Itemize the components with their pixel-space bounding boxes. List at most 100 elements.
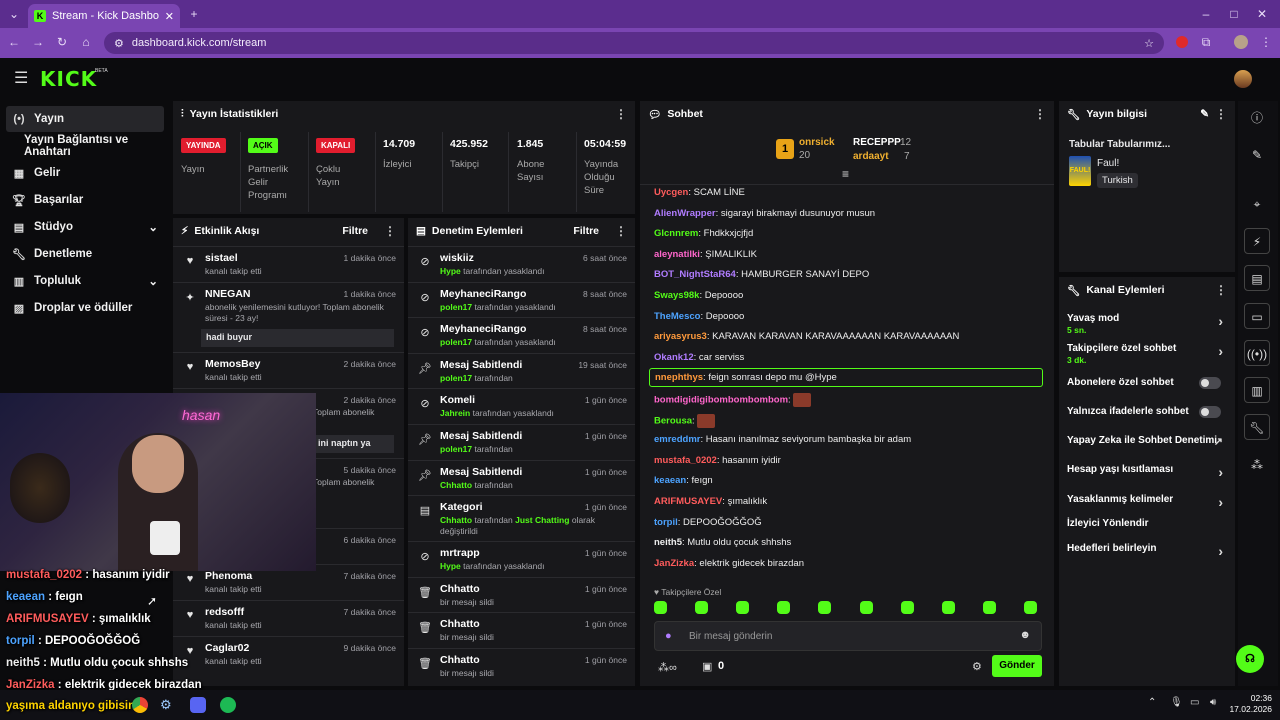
sidebar-item-yayin[interactable]: (•) Yayın	[6, 106, 164, 132]
chat-username[interactable]: ariyasyrus3	[654, 331, 707, 342]
chat-message[interactable]: nnephthys: feign sonrası depo mu @Hype	[649, 368, 1043, 388]
chat-message[interactable]: Berousa:	[654, 413, 718, 428]
chat-username[interactable]: emreddmr	[654, 434, 700, 445]
extension-icon[interactable]	[1176, 36, 1188, 48]
activity-item[interactable]: ✦ NNEGAN abonelik yenilemesini kutluyor!…	[173, 282, 404, 352]
chat-username[interactable]: TheMesco	[654, 311, 700, 322]
spotify-taskbar-icon[interactable]	[220, 697, 236, 713]
chrome-taskbar-icon[interactable]	[132, 697, 148, 713]
category-name[interactable]: Faul!	[1097, 158, 1119, 169]
discord-taskbar-icon[interactable]	[190, 697, 206, 713]
channel-action-item[interactable]: Yavaş mod 5 sn. ›	[1067, 313, 1227, 335]
more-options-icon[interactable]: ⋮	[615, 107, 627, 121]
maximize-icon[interactable]: □	[1224, 4, 1244, 24]
emote-icon[interactable]	[1023, 601, 1037, 614]
chat-username[interactable]: torpil	[654, 517, 678, 528]
activity-item[interactable]: ♥ MemosBey kanalı takip etti 2 dakika ön…	[173, 352, 404, 388]
moderation-item[interactable]: ▤ Kategori Chhatto tarafından Just Chattin…	[408, 495, 635, 541]
chat-username[interactable]: Okank12	[654, 352, 694, 363]
sidebar-item-stream-key[interactable]: Yayın Bağlantısı ve Anahtarı	[6, 133, 164, 159]
activity-item[interactable]: ♥ sistael kanalı takip etti 1 dakika önc…	[173, 246, 404, 282]
chat-message[interactable]: keaean: feıgn	[654, 475, 713, 486]
mic-icon[interactable]: ●	[665, 630, 672, 642]
close-window-icon[interactable]: ✕	[1252, 4, 1272, 24]
new-tab-icon[interactable]: +	[184, 4, 204, 24]
extensions-puzzle-icon[interactable]: ⧉	[1196, 32, 1216, 52]
chat-input[interactable]: ● Bir mesaj gönderin ☻	[654, 621, 1042, 651]
chat-username[interactable]: AlienWrapper	[654, 208, 716, 219]
moderation-item[interactable]: ⊘ MeyhaneciRango polen17 tarafından yasakl…	[408, 317, 635, 353]
document-icon[interactable]: ▤	[1244, 265, 1270, 291]
steam-taskbar-icon[interactable]: ⚙	[160, 697, 176, 713]
moderation-item[interactable]: 🗑︎ Chhatto bir mesajı sildi 1 gün önce	[408, 576, 635, 613]
more-options-icon[interactable]: ⋮	[1034, 107, 1046, 121]
volume-tray-icon[interactable]: 🔊︎	[1210, 697, 1216, 708]
browser-tab[interactable]: K Stream - Kick Dashboard ✕	[28, 4, 180, 28]
emote-icon[interactable]	[900, 601, 914, 614]
hamburger-menu-icon[interactable]: ☰	[14, 68, 28, 88]
chat-message[interactable]: mustafa_0202: hasanım iyidir	[654, 455, 781, 466]
display-tray-icon[interactable]: ▭	[1190, 697, 1199, 708]
chat-message[interactable]: Sways98k: Depoooo	[654, 290, 743, 301]
chat-message[interactable]: Uycgen: SCAM LİNE	[654, 187, 745, 198]
minimize-icon[interactable]: –	[1196, 4, 1216, 24]
chat-message[interactable]: BOT_NightStaR64: HAMBURGER SANAYİ DEPO	[654, 269, 869, 280]
chat-username[interactable]: JanZizka	[654, 558, 694, 569]
chat-message[interactable]: Glcnnrem: Fhdkkxjcjfjd	[654, 228, 753, 239]
edit-pencil-icon[interactable]: ✎	[1200, 108, 1209, 120]
channel-action-item[interactable]: Yalnızca ifadelerle sohbet	[1067, 406, 1227, 418]
chat-username[interactable]: aleynatilki	[654, 249, 700, 260]
moderation-item[interactable]: 🗑︎ Chhatto bir mesajı sildi 1 gün önce	[408, 612, 635, 648]
filter-button[interactable]: Filtre	[342, 225, 368, 237]
sidebar-item-topluluk[interactable]: ▥ Topluluk ⌄	[6, 268, 164, 294]
moderation-item[interactable]: 📌︎ Mesaj Sabitlendi polen17 tarafından 1 gü…	[408, 424, 635, 460]
moderation-item[interactable]: ⊘ wiskiiz Hype tarafından yasaklandı 6 saat…	[408, 246, 635, 282]
chat-username[interactable]: BOT_NightStaR64	[654, 269, 736, 280]
share-icon[interactable]: ⁂	[1244, 452, 1270, 478]
broadcast-icon[interactable]: ((•))	[1244, 340, 1270, 366]
chat-username[interactable]: ARIFMUSAYEV	[654, 496, 722, 507]
points-icon[interactable]: ⁂∞	[658, 661, 677, 674]
emote-icon[interactable]	[736, 601, 750, 614]
gift-icon[interactable]: ▣	[702, 660, 712, 673]
channel-action-item[interactable]: Yapay Zeka ile Sohbet Denetimi ↗	[1067, 435, 1227, 448]
tab-search-icon[interactable]: ⌄	[4, 4, 24, 24]
chat-username[interactable]: keaean	[654, 475, 686, 486]
chat-message[interactable]: aleynatilki: ŞIMALIKLIK	[654, 249, 757, 260]
more-options-icon[interactable]: ⋮	[1215, 283, 1227, 297]
send-button[interactable]: Gönder	[992, 655, 1042, 677]
chat-username[interactable]: neith5	[654, 537, 682, 548]
chat-username[interactable]: Uycgen	[654, 187, 688, 198]
info-icon[interactable]: ⓘ	[1244, 105, 1270, 131]
back-icon[interactable]: ←	[4, 32, 24, 52]
chat-message[interactable]: TheMesco: Depoooo	[654, 311, 744, 322]
chat-username[interactable]: Glcnnrem	[654, 228, 698, 239]
sidebar-item-droplar[interactable]: ▨ Droplar ve ödüller	[6, 295, 164, 321]
channel-action-item[interactable]: Hesap yaşı kısıtlaması ›	[1067, 464, 1227, 480]
sidebar-item-basarilar[interactable]: 🏆︎ Başarılar	[6, 187, 164, 213]
layout-icon[interactable]: ▥	[1244, 377, 1270, 403]
channel-action-item[interactable]: Abonelere özel sohbet	[1067, 377, 1227, 389]
chat-username[interactable]: nnephthys	[655, 372, 703, 383]
emote-icon[interactable]	[695, 601, 709, 614]
channel-action-item[interactable]: İzleyici Yönlendir	[1067, 518, 1227, 529]
forward-icon[interactable]: →	[28, 32, 48, 52]
more-options-icon[interactable]: ⋮	[384, 224, 396, 238]
chat-message[interactable]: emreddmr: Hasanı inanılmaz seviyorum bam…	[654, 434, 911, 445]
moderation-item[interactable]: ⊘ MeyhaneciRango polen17 tarafından yasakl…	[408, 281, 635, 318]
toggle-switch[interactable]	[1199, 406, 1221, 418]
emote-icon[interactable]	[982, 601, 996, 614]
chat-message[interactable]: torpil: DEPOOĞOĞĞOĞ	[654, 517, 762, 528]
sidebar-item-denetleme[interactable]: 🔧︎ Denetleme	[6, 241, 164, 267]
emote-icon[interactable]	[777, 601, 791, 614]
reload-icon[interactable]: ↻	[52, 32, 72, 52]
channel-action-item[interactable]: Takipçilere özel sohbet 3 dk. ›	[1067, 343, 1227, 365]
edit-pencil-icon[interactable]: ✎	[1244, 142, 1270, 168]
chat-message[interactable]: bomdigidigibombombombom:	[654, 393, 814, 407]
kick-logo[interactable]: KICK	[40, 67, 97, 91]
more-options-icon[interactable]: ⋮	[615, 224, 627, 238]
emote-icon[interactable]	[941, 601, 955, 614]
chat-username[interactable]: mustafa_0202	[654, 455, 717, 466]
emote-icon[interactable]	[654, 601, 667, 614]
profile-avatar[interactable]	[1234, 35, 1248, 49]
